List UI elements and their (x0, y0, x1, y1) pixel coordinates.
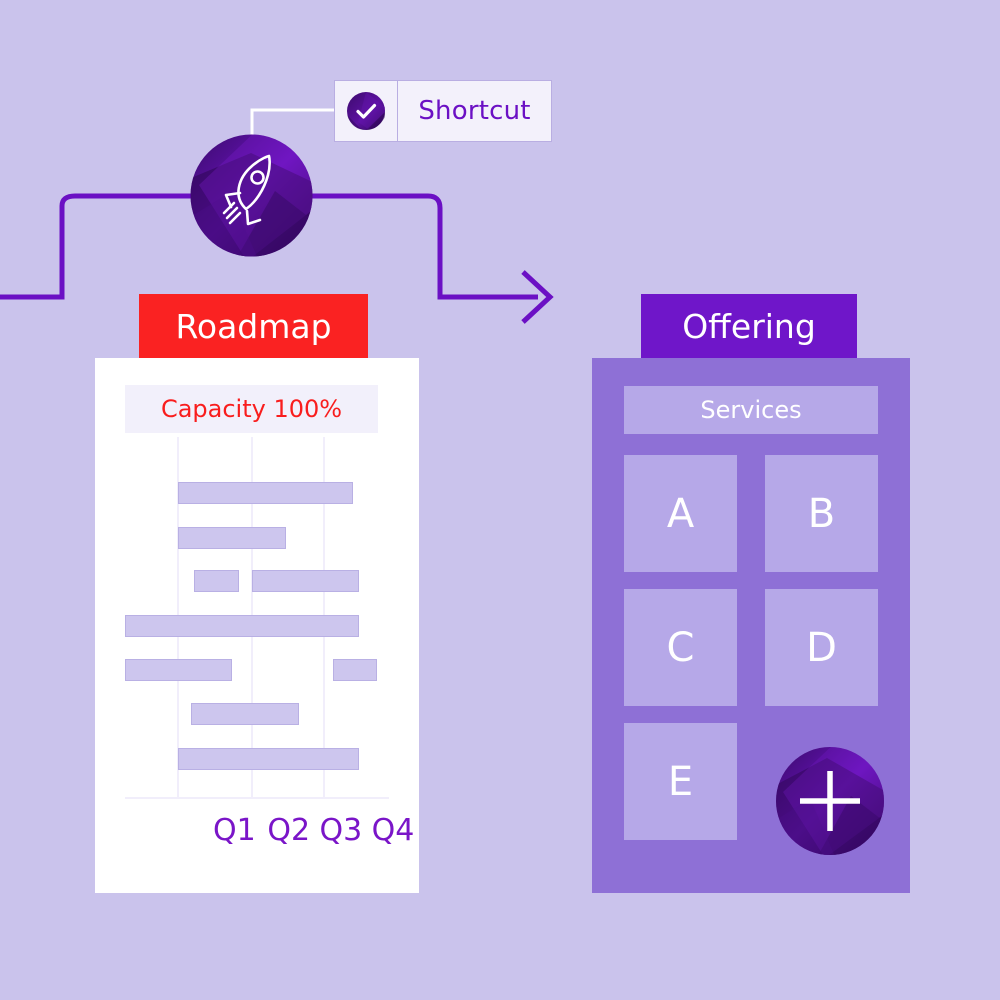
shortcut-label: Shortcut (418, 96, 531, 126)
gantt-bar (252, 570, 359, 592)
gantt-bar (191, 703, 299, 725)
gantt-bar (178, 482, 353, 504)
gantt-chart (95, 437, 419, 817)
service-tile-c[interactable]: C (624, 589, 737, 706)
gantt-bar (333, 659, 377, 681)
gantt-axis (125, 797, 389, 799)
gantt-bar (125, 615, 359, 637)
quarter-axis-labels: Q1 Q2 Q3 Q4 (95, 813, 419, 848)
quarter-label-q4: Q4 (371, 813, 415, 848)
gantt-bar (194, 570, 239, 592)
gantt-bar (178, 527, 286, 549)
service-tile-label: A (666, 490, 695, 537)
service-tile-label: E (667, 758, 694, 805)
roadmap-card: Capacity 100% Q1 Q2 Q3 Q4 (95, 358, 419, 893)
gantt-bar (125, 659, 232, 681)
gantt-bar (178, 748, 359, 770)
check-circle-icon (347, 92, 385, 130)
add-service-button[interactable] (775, 746, 885, 856)
quarter-label-q1: Q1 (213, 813, 256, 848)
diagram-canvas: Shortcut Roadmap Capacity 100% Q1 Q2 Q3 … (0, 0, 1000, 1000)
services-bar[interactable]: Services (624, 386, 878, 434)
roadmap-title-banner: Roadmap (139, 294, 368, 358)
capacity-label: Capacity 100% (160, 395, 343, 423)
shortcut-badge[interactable]: Shortcut (334, 80, 552, 142)
service-tile-label: B (807, 490, 836, 537)
quarter-label-q3: Q3 (319, 813, 363, 848)
service-tile-b[interactable]: B (765, 455, 878, 572)
connector-right (308, 193, 538, 300)
quarter-label-q2: Q2 (267, 813, 311, 848)
roadmap-title: Roadmap (175, 306, 332, 346)
shortcut-label-box[interactable]: Shortcut (398, 80, 552, 142)
offering-panel: Services A B C D E (592, 358, 910, 893)
connector-left (0, 193, 196, 300)
offering-title: Offering (682, 306, 816, 346)
rocket-node[interactable] (189, 133, 314, 258)
service-tile-d[interactable]: D (765, 589, 878, 706)
services-label: Services (700, 396, 802, 424)
offering-title-banner: Offering (641, 294, 857, 358)
service-tile-label: D (806, 624, 837, 671)
service-tile-label: C (666, 624, 695, 671)
rocket-orb-facets (190, 134, 313, 257)
service-tile-e[interactable]: E (624, 723, 737, 840)
service-tile-a[interactable]: A (624, 455, 737, 572)
shortcut-icon-container (334, 80, 398, 142)
capacity-badge: Capacity 100% (125, 385, 378, 433)
